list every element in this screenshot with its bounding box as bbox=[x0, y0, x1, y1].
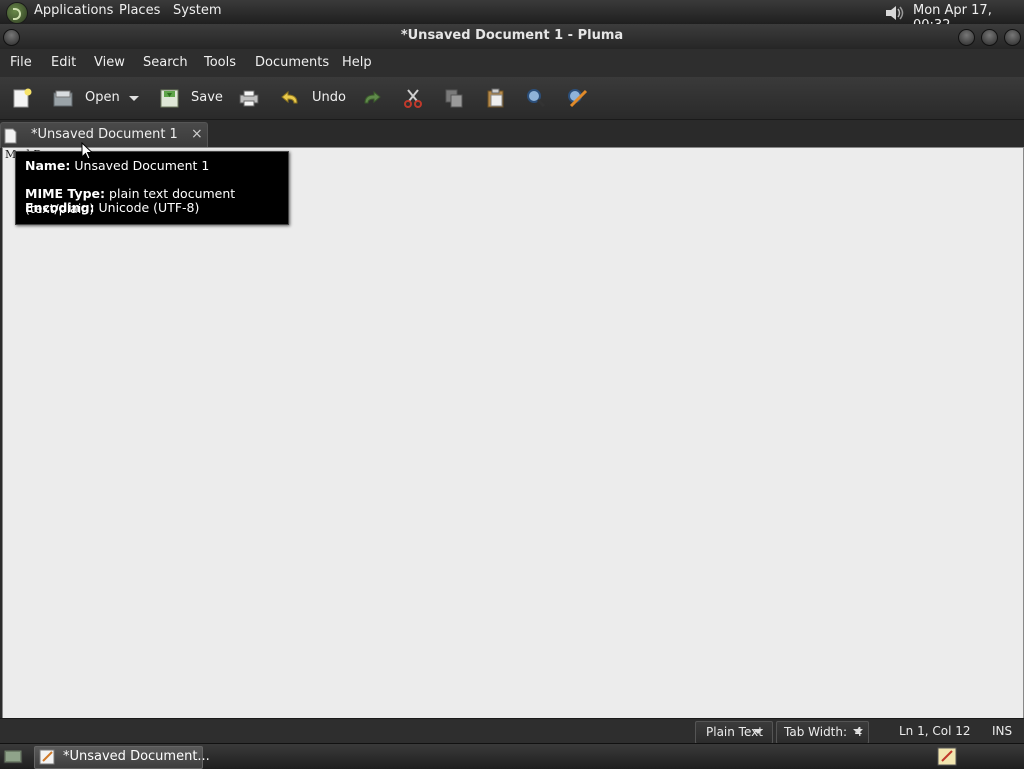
menu-tools[interactable]: Tools bbox=[204, 55, 236, 70]
tooltip-name-key: Name: bbox=[25, 158, 71, 173]
pluma-tray-icon[interactable] bbox=[937, 747, 957, 766]
document-tab[interactable]: *Unsaved Document 1 × bbox=[0, 122, 208, 148]
statusbar: Plain Text Tab Width: 4 Ln 1, Col 12 INS bbox=[0, 718, 1024, 744]
open-icon[interactable] bbox=[52, 88, 74, 108]
find-replace-icon[interactable] bbox=[566, 88, 588, 108]
chevron-down-icon bbox=[853, 729, 863, 734]
minimize-button[interactable] bbox=[958, 29, 975, 46]
dropdown-arrow-icon[interactable] bbox=[127, 88, 141, 108]
chevron-down-icon bbox=[753, 729, 763, 734]
system-menu[interactable]: System bbox=[173, 3, 221, 18]
mate-logo-icon[interactable] bbox=[6, 2, 28, 24]
menu-file[interactable]: File bbox=[10, 55, 32, 70]
window-titlebar[interactable]: *Unsaved Document 1 - Pluma bbox=[0, 24, 1024, 49]
document-info-tooltip: Name: Unsaved Document 1 MIME Type: plai… bbox=[15, 151, 289, 225]
maximize-button[interactable] bbox=[981, 29, 998, 46]
taskbar-window-button[interactable]: *Unsaved Document... bbox=[34, 746, 210, 769]
menubar: File Edit View Search Tools Documents He… bbox=[0, 49, 1024, 77]
print-icon[interactable] bbox=[238, 88, 260, 108]
menu-edit[interactable]: Edit bbox=[51, 55, 76, 70]
toolbar: Open Save Undo bbox=[0, 77, 1024, 120]
taskbar-window-label: *Unsaved Document... bbox=[63, 749, 210, 764]
tooltip-mime-key: MIME Type: bbox=[25, 186, 106, 201]
paste-icon[interactable] bbox=[485, 88, 507, 108]
redo-icon[interactable] bbox=[361, 88, 383, 108]
open-button[interactable]: Open bbox=[85, 90, 120, 105]
tab-width-selector[interactable]: Tab Width: 4 bbox=[776, 721, 869, 744]
insert-mode: INS bbox=[992, 724, 1013, 738]
bottom-panel: *Unsaved Document... bbox=[0, 743, 1024, 769]
mouse-pointer-icon bbox=[81, 142, 93, 160]
menu-search[interactable]: Search bbox=[143, 55, 188, 70]
save-button[interactable]: Save bbox=[191, 90, 223, 105]
applications-menu[interactable]: Applications bbox=[34, 3, 113, 18]
undo-icon[interactable] bbox=[279, 88, 301, 108]
top-panel: Applications Places System Mon Apr 17, 0… bbox=[0, 0, 1024, 33]
text-editor[interactable]: Mod D bbox=[2, 147, 1024, 719]
save-icon[interactable] bbox=[159, 88, 181, 108]
tooltip-encoding-row: Encoding: Unicode (UTF-8) bbox=[25, 200, 199, 215]
new-document-icon[interactable] bbox=[11, 88, 33, 108]
menu-help[interactable]: Help bbox=[342, 55, 372, 70]
cursor-position: Ln 1, Col 12 bbox=[899, 724, 971, 738]
close-tab-icon[interactable]: × bbox=[191, 126, 203, 142]
tooltip-encoding-value: Unicode (UTF-8) bbox=[98, 200, 200, 215]
window-title: *Unsaved Document 1 - Pluma bbox=[400, 28, 624, 43]
menu-documents[interactable]: Documents bbox=[255, 55, 329, 70]
tooltip-encoding-key: Encoding: bbox=[25, 200, 95, 215]
find-icon[interactable] bbox=[525, 88, 547, 108]
cut-icon[interactable] bbox=[402, 88, 424, 108]
language-selector[interactable]: Plain Text bbox=[695, 721, 773, 744]
menu-view[interactable]: View bbox=[94, 55, 125, 70]
copy-icon[interactable] bbox=[443, 88, 465, 108]
undo-button[interactable]: Undo bbox=[312, 90, 346, 105]
show-desktop-icon[interactable] bbox=[3, 748, 23, 765]
tab-width-label: Tab Width: 4 bbox=[784, 725, 863, 739]
close-window-button[interactable] bbox=[1004, 29, 1021, 46]
places-menu[interactable]: Places bbox=[119, 3, 160, 18]
tooltip-name-row: Name: Unsaved Document 1 bbox=[25, 158, 209, 173]
text-file-icon bbox=[4, 128, 17, 144]
speaker-icon[interactable] bbox=[884, 4, 906, 22]
document-tabbar: *Unsaved Document 1 × bbox=[0, 120, 1024, 148]
tooltip-name-value: Unsaved Document 1 bbox=[74, 158, 210, 173]
tab-label: *Unsaved Document 1 bbox=[31, 127, 178, 142]
text-editor-icon bbox=[39, 749, 55, 765]
